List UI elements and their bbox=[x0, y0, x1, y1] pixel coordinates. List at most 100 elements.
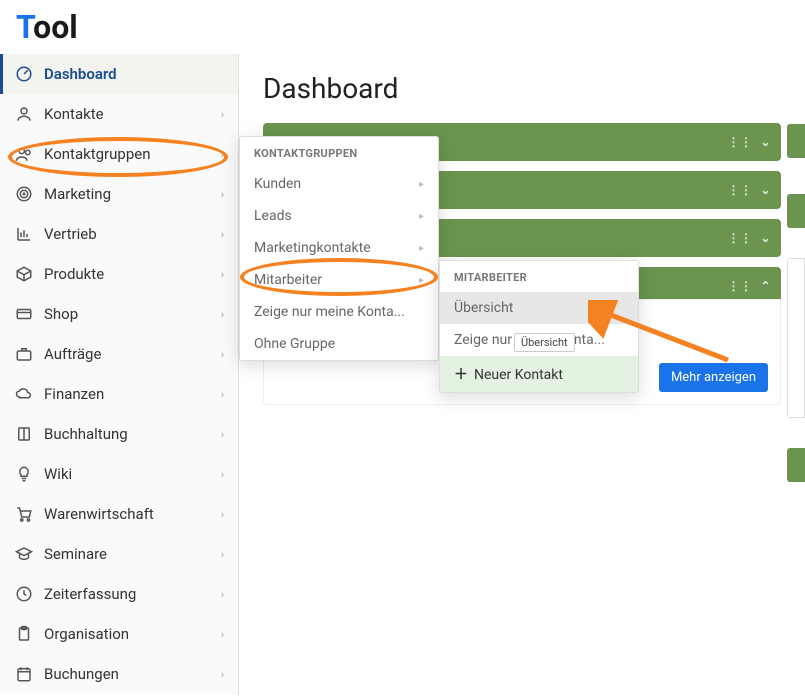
flyout-title: KONTAKTGRUPPEN bbox=[240, 137, 438, 168]
credit-card-icon bbox=[14, 304, 34, 324]
sidebar-item-zertifikate[interactable]: Zertifikate › bbox=[0, 694, 238, 695]
grip-icon: ⋮⋮ bbox=[727, 135, 752, 149]
chevron-right-icon: › bbox=[221, 308, 224, 321]
sidebar-item-seminare[interactable]: Seminare › bbox=[0, 534, 238, 574]
flyout-title: MITARBEITER bbox=[440, 261, 638, 292]
sidebar-item-wiki[interactable]: Wiki › bbox=[0, 454, 238, 494]
chevron-right-icon: › bbox=[221, 268, 224, 281]
chevron-right-icon: › bbox=[221, 668, 224, 681]
cut-panel bbox=[787, 258, 805, 418]
flyout-mitarbeiter: MITARBEITER Übersicht Zeige nur meine Ko… bbox=[439, 260, 639, 393]
sidebar-item-label: Vertrieb bbox=[44, 225, 221, 243]
chevron-right-icon: › bbox=[221, 108, 224, 121]
chevron-right-icon: › bbox=[221, 508, 224, 521]
right-edge-panels bbox=[787, 124, 805, 482]
sidebar-item-label: Shop bbox=[44, 305, 221, 323]
sidebar-item-kontaktgruppen[interactable]: Kontaktgruppen › bbox=[0, 134, 238, 174]
sidebar-item-label: Organisation bbox=[44, 625, 221, 643]
show-more-button[interactable]: Mehr anzeigen bbox=[659, 363, 768, 392]
sidebar-item-warenwirtschaft[interactable]: Warenwirtschaft › bbox=[0, 494, 238, 534]
sidebar-item-label: Kontakte bbox=[44, 105, 221, 123]
sidebar-item-label: Finanzen bbox=[44, 385, 221, 403]
grip-icon: ⋮⋮ bbox=[727, 183, 752, 197]
chevron-right-icon: › bbox=[221, 188, 224, 201]
chart-icon bbox=[14, 224, 34, 244]
grip-icon: ⋮⋮ bbox=[727, 231, 752, 245]
flyout-item-uebersicht[interactable]: Übersicht bbox=[440, 292, 638, 324]
page-title: Dashboard bbox=[263, 72, 781, 105]
chevron-right-icon: ▸ bbox=[419, 179, 424, 190]
sidebar-item-label: Aufträge bbox=[44, 345, 221, 363]
cut-panel bbox=[787, 194, 805, 228]
chevron-right-icon: › bbox=[221, 628, 224, 641]
chevron-down-icon: ⌄ bbox=[760, 135, 771, 149]
bulb-icon bbox=[14, 464, 34, 484]
flyout-item-mitarbeiter[interactable]: Mitarbeiter▸ bbox=[240, 264, 438, 296]
sidebar-item-finanzen[interactable]: Finanzen › bbox=[0, 374, 238, 414]
sidebar-item-shop[interactable]: Shop › bbox=[0, 294, 238, 334]
chevron-right-icon: › bbox=[221, 588, 224, 601]
chevron-right-icon: › bbox=[221, 548, 224, 561]
sidebar-item-auftraege[interactable]: Aufträge › bbox=[0, 334, 238, 374]
plus-icon: ＋ bbox=[454, 367, 468, 383]
users-icon bbox=[14, 144, 34, 164]
sidebar-item-kontakte[interactable]: Kontakte › bbox=[0, 94, 238, 134]
calendar-icon bbox=[14, 664, 34, 684]
chevron-right-icon: › bbox=[221, 468, 224, 481]
user-icon bbox=[14, 104, 34, 124]
sidebar-item-label: Dashboard bbox=[44, 65, 224, 83]
sidebar-item-label: Warenwirtschaft bbox=[44, 505, 221, 523]
chevron-right-icon: › bbox=[221, 228, 224, 241]
sidebar-item-dashboard[interactable]: Dashboard bbox=[0, 54, 238, 94]
grip-icon: ⋮⋮ bbox=[727, 279, 752, 293]
sidebar-item-zeiterfassung[interactable]: Zeiterfassung › bbox=[0, 574, 238, 614]
chevron-up-icon: ⌃ bbox=[760, 279, 771, 293]
sidebar-item-label: Produkte bbox=[44, 265, 221, 283]
sidebar-item-organisation[interactable]: Organisation › bbox=[0, 614, 238, 654]
graduation-icon bbox=[14, 544, 34, 564]
chevron-right-icon: › bbox=[221, 388, 224, 401]
chevron-right-icon: › bbox=[221, 148, 224, 161]
cut-panel bbox=[787, 124, 805, 158]
flyout-item-ohne-gruppe[interactable]: Ohne Gruppe bbox=[240, 328, 438, 360]
sidebar-item-label: Kontaktgruppen bbox=[44, 145, 221, 163]
flyout-item-kunden[interactable]: Kunden▸ bbox=[240, 168, 438, 200]
target-icon bbox=[14, 184, 34, 204]
box-icon bbox=[14, 264, 34, 284]
chevron-right-icon: › bbox=[221, 348, 224, 361]
sidebar-item-buchhaltung[interactable]: Buchhaltung › bbox=[0, 414, 238, 454]
chevron-right-icon: ▸ bbox=[419, 211, 424, 222]
flyout-item-marketingkontakte[interactable]: Marketingkontakte▸ bbox=[240, 232, 438, 264]
chevron-right-icon: ▸ bbox=[419, 275, 424, 286]
chevron-down-icon: ⌄ bbox=[760, 183, 771, 197]
clock-icon bbox=[14, 584, 34, 604]
flyout-kontaktgruppen: KONTAKTGRUPPEN Kunden▸ Leads▸ Marketingk… bbox=[239, 136, 439, 361]
sidebar: Dashboard Kontakte › Kontaktgruppen › Ma… bbox=[0, 54, 239, 695]
sidebar-item-label: Buchungen bbox=[44, 665, 221, 683]
chevron-down-icon: ⌄ bbox=[760, 231, 771, 245]
sidebar-item-produkte[interactable]: Produkte › bbox=[0, 254, 238, 294]
clipboard-icon bbox=[14, 624, 34, 644]
chevron-right-icon: ▸ bbox=[419, 243, 424, 254]
book-icon bbox=[14, 424, 34, 444]
sidebar-item-label: Wiki bbox=[44, 465, 221, 483]
sidebar-item-label: Buchhaltung bbox=[44, 425, 221, 443]
sidebar-item-label: Zeiterfassung bbox=[44, 585, 221, 603]
gauge-icon bbox=[14, 64, 34, 84]
briefcase-icon bbox=[14, 344, 34, 364]
panel-controls[interactable]: ⋮⋮ ⌄ bbox=[727, 135, 771, 149]
cloud-icon bbox=[14, 384, 34, 404]
sidebar-item-label: Seminare bbox=[44, 545, 221, 563]
sidebar-item-vertrieb[interactable]: Vertrieb › bbox=[0, 214, 238, 254]
flyout-item-neuer-kontakt[interactable]: ＋Neuer Kontakt bbox=[440, 356, 638, 392]
sidebar-item-buchungen[interactable]: Buchungen › bbox=[0, 654, 238, 694]
sidebar-item-label: Marketing bbox=[44, 185, 221, 203]
cut-panel bbox=[787, 448, 805, 482]
cart-icon bbox=[14, 504, 34, 524]
tooltip: Übersicht bbox=[514, 333, 575, 352]
app-logo: Tool bbox=[0, 0, 805, 54]
flyout-item-meine-kontakte[interactable]: Zeige nur meine Konta... bbox=[240, 296, 438, 328]
chevron-right-icon: › bbox=[221, 428, 224, 441]
sidebar-item-marketing[interactable]: Marketing › bbox=[0, 174, 238, 214]
flyout-item-leads[interactable]: Leads▸ bbox=[240, 200, 438, 232]
